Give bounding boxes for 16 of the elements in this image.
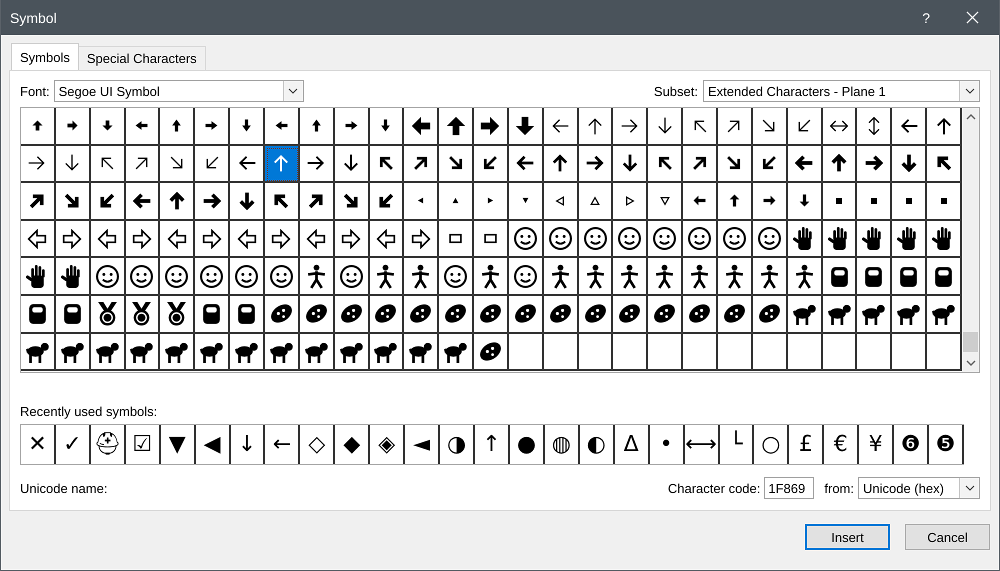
font-dropdown[interactable]: Segoe UI Symbol (54, 80, 304, 102)
tab[interactable]: Special Characters (78, 46, 206, 70)
window-title: Symbol (10, 10, 57, 26)
subset-dropdown[interactable]: Extended Characters - Plane 1 (703, 80, 980, 102)
dialog-button[interactable]: Cancel (905, 524, 990, 550)
from-label: from: (824, 480, 854, 496)
character-code-label: Character code: (668, 480, 760, 496)
encoding-dropdown[interactable]: Unicode (hex) (858, 477, 980, 499)
recent-symbols-label: Recently used symbols: (20, 404, 158, 419)
help-button[interactable]: ? (922, 10, 930, 26)
tab[interactable]: Symbols (11, 43, 79, 70)
font-label: Font: (20, 84, 50, 98)
subset-label: Subset: (654, 84, 698, 98)
character-code-field[interactable]: 1F869 (764, 477, 814, 499)
dialog-button[interactable]: Insert (805, 524, 890, 550)
unicode-name-label: Unicode name: (20, 480, 108, 496)
